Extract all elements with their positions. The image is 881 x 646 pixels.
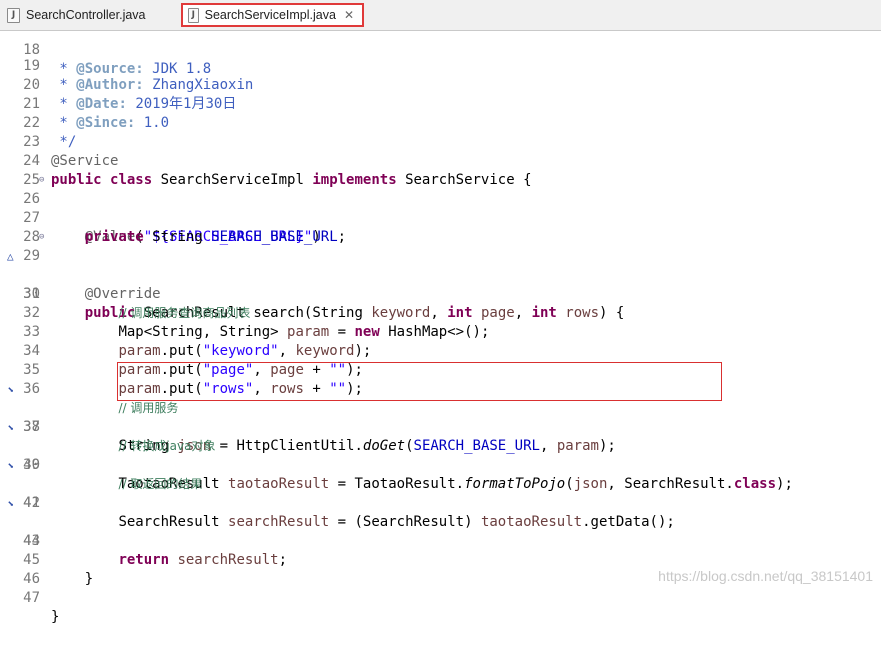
code-line: 22 */ <box>0 95 881 150</box>
java-file-icon: J <box>7 7 20 23</box>
code-line: 44 <box>0 513 881 549</box>
code-line: ⬊ 41 SearchResult searchResult = (Search… <box>0 456 881 530</box>
code-line: 29 ⊖ @Override <box>0 228 881 302</box>
code-editor[interactable]: 18 * @Source: JDK 1.8 19 * @Author: Zhan… <box>0 31 881 625</box>
warning-marker-icon[interactable]: ⬊ <box>7 494 14 513</box>
close-icon[interactable]: ✕ <box>344 8 354 22</box>
code-line: 26 ⊖ @Value("${SEARCH_BASE_URL}") <box>0 171 881 245</box>
code-line: 19 * @Author: ZhangXiaoxin <box>0 38 881 93</box>
code-line: ⬊ 39 TaotaoResult taotaoResult = TaotaoR… <box>0 418 881 492</box>
tab-label: SearchServiceImpl.java <box>204 8 336 22</box>
code-line: 24 public class SearchServiceImpl implem… <box>0 133 881 188</box>
warning-marker-icon[interactable]: ⬊ <box>7 456 14 475</box>
code-line: 32 Map<String, String> param = new HashM… <box>0 285 881 340</box>
highlight-box <box>117 362 722 401</box>
code-line: 25 <box>0 152 881 188</box>
code-line: 20 * @Date: 2019年1月30日 <box>0 57 881 112</box>
collapse-icon[interactable]: ⊖ <box>39 228 44 247</box>
code-line: ⬊ 43 return searchResult; <box>0 494 881 568</box>
override-triangle-icon: △ <box>7 250 14 263</box>
watermark: https://blog.csdn.net/qq_38151401 <box>658 568 873 584</box>
code-line: 31 // 调用服务查询商品列表 <box>0 266 881 320</box>
warning-marker-icon[interactable]: ⬊ <box>7 418 14 437</box>
code-line: 33 param.put("keyword", keyword); <box>0 304 881 359</box>
code-line: 45 } <box>0 532 881 587</box>
code-line: 38 // 转换成java对象 <box>0 399 881 453</box>
code-line: 27 private String SEARCH_BASE_URL; <box>0 190 881 245</box>
code-line: △ 30 public SearchResult search(String k… <box>0 247 881 321</box>
java-file-icon: J <box>188 7 199 23</box>
code-line: 40 // 取返回的结果 <box>0 437 881 491</box>
code-line: 28 <box>0 209 881 245</box>
tab-label: SearchController.java <box>26 8 146 22</box>
collapse-icon[interactable]: ⊖ <box>39 171 44 190</box>
code-line: 21 * @Since: 1.0 <box>0 76 881 131</box>
code-line: 35 param.put("rows", rows + ""); <box>0 342 881 397</box>
code-line: 23 @Service <box>0 114 881 169</box>
code-line: 34 param.put("page", page + ""); <box>0 323 881 378</box>
code-line: 42 <box>0 475 881 511</box>
warning-marker-icon[interactable]: ⬊ <box>7 380 14 399</box>
